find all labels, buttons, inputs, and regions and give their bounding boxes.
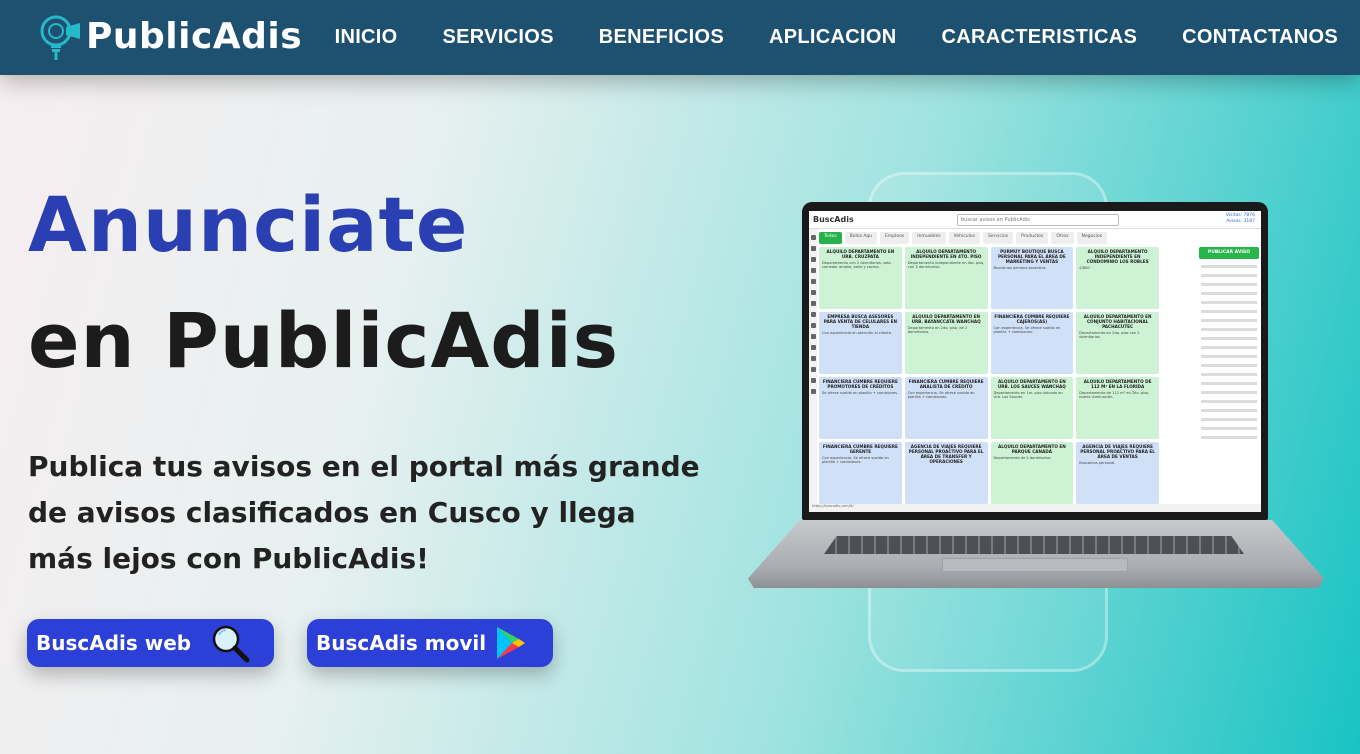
ad-card: FINANCIERA CUMBRE REQUIERE CAJEROS(AS) Co…: [990, 312, 1074, 374]
hero-description-line: Publica tus avisos en el portal más gran…: [28, 450, 700, 483]
ad-card: ALQUILO DEPARTAMENTO INDEPENDIENTE EN CO…: [1076, 247, 1159, 309]
screen-tabs: Todos Bolsa Aqu Empleos Inmuebles Vehicu…: [819, 232, 1108, 244]
laptop-trackpad: [942, 558, 1128, 572]
screen-tab: Productos: [1016, 232, 1049, 244]
screen-tab: Vehiculos: [948, 232, 980, 244]
laptop-screen: BuscAdis buscar avisos en PublicAdis Vis…: [809, 211, 1261, 512]
ad-card: ALQUILO DEPARTAMENTO EN URB. BAYANCCATA …: [904, 312, 988, 374]
ad-card: FINANCIERA CUMBRE REQUIERE ANALISTA DE C…: [904, 377, 988, 439]
menu-item-aplicacion[interactable]: APLICACION: [769, 26, 896, 49]
screen-tab: Todos: [819, 232, 842, 244]
hero-description: Publica tus avisos en el portal más gran…: [28, 444, 718, 582]
magnifier-icon: [212, 625, 250, 663]
ad-card: PURMUY BOUTIQUE BUSCA PERSONAL PARA EL Á…: [990, 247, 1074, 309]
ad-card: ALQUILO DEPARTAMENTO EN CONJUNTO HABITAC…: [1076, 312, 1159, 374]
hero-title-line2: en PublicAdis: [28, 296, 619, 385]
screen-tab: Servicios: [982, 232, 1014, 244]
menu-item-caracteristicas[interactable]: CARACTERISTICAS: [941, 26, 1137, 49]
ad-card: EMPRESA BUSCA ASESORES PARA VENTA DE CEL…: [819, 312, 902, 374]
ad-card: ALQUILO DEPARTAMENTO EN URB. CRUZPATA Dep…: [819, 247, 902, 309]
screen-right-panel: PUBLICAR AVISO: [1199, 247, 1259, 504]
screen-header: BuscAdis buscar avisos en PublicAdis Vis…: [809, 211, 1261, 229]
laptop-keyboard: [824, 536, 1244, 554]
screen-search-input: buscar avisos en PublicAdis: [957, 214, 1119, 226]
main-menu: INICIO SERVICIOS BENEFICIOS APLICACION C…: [335, 0, 1360, 75]
screen-sidebar: [809, 229, 817, 512]
hero-title-line1: Anunciate: [28, 180, 469, 269]
buscadis-movil-label: BuscAdis movil: [316, 631, 487, 655]
screen-stat: Avisos: 3187: [1226, 219, 1255, 224]
menu-item-contactanos[interactable]: CONTACTANOS: [1182, 26, 1338, 49]
ad-card: FINANCIERA CUMBRE REQUIERE PROMOTORES DE…: [819, 377, 902, 439]
hero-description-line: más lejos con PublicAdis!: [28, 542, 429, 575]
ad-card: ALQUILO DEPARTAMENTO EN URB. LOS SAUCES …: [990, 377, 1074, 439]
brand-logo-link[interactable]: PublicAdis: [36, 13, 302, 61]
screen-footer-url: https://buscadis.com/#/: [809, 504, 1261, 512]
hero-description-line: de avisos clasificados en Cusco y llega: [28, 496, 636, 529]
ad-card: ALQUILO DEPARTAMENTO EN PARQUE CANADÁ Dep…: [990, 442, 1074, 504]
ad-card: AGENCIA DE VIAJES REQUIERE PERSONAL PROA…: [1076, 442, 1159, 504]
screen-ads-grid: ALQUILO DEPARTAMENTO EN URB. CRUZPATA Dep…: [819, 247, 1159, 504]
menu-item-beneficios[interactable]: BENEFICIOS: [599, 26, 724, 49]
laptop-mockup: BuscAdis buscar avisos en PublicAdis Vis…: [746, 200, 1326, 600]
buscadis-movil-button[interactable]: BuscAdis movil: [307, 619, 553, 667]
laptop-base: [748, 520, 1324, 588]
screen-tab: Empleos: [880, 232, 910, 244]
ad-card: AGENCIA DE VIAJES REQUIERE PERSONAL PROA…: [904, 442, 988, 504]
menu-item-inicio[interactable]: INICIO: [335, 26, 398, 49]
laptop-lid: BuscAdis buscar avisos en PublicAdis Vis…: [802, 202, 1268, 520]
ad-card: ALQUILO DEPARTAMENTO DE 112 M² EN LA FLO…: [1076, 377, 1159, 439]
ad-card: ALQUILO DEPARTAMENTO INDEPENDIENTE EN 4T…: [904, 247, 988, 309]
screen-tab: Inmuebles: [912, 232, 946, 244]
screen-stats: Visitas: 7876 Avisos: 3187: [1226, 213, 1255, 225]
lightbulb-logo-icon: [40, 15, 80, 60]
screen-tab: Negocios: [1076, 232, 1108, 244]
screen-publish-button: PUBLICAR AVISO: [1199, 247, 1259, 259]
ad-card: FINANCIERA CUMBRE REQUIERE GERENTE Con ex…: [819, 442, 902, 504]
screen-logo: BuscAdis: [813, 215, 854, 224]
menu-item-servicios[interactable]: SERVICIOS: [443, 26, 554, 49]
buscadis-web-button[interactable]: BuscAdis web: [27, 619, 274, 667]
play-store-icon: [497, 627, 525, 659]
screen-tab: Bolsa Aqu: [844, 232, 878, 244]
top-navbar: PublicAdis INICIO SERVICIOS BENEFICIOS A…: [0, 0, 1360, 75]
brand-name: PublicAdis: [86, 16, 303, 57]
screen-tab: Otros: [1051, 232, 1074, 244]
buscadis-web-label: BuscAdis web: [36, 631, 192, 655]
